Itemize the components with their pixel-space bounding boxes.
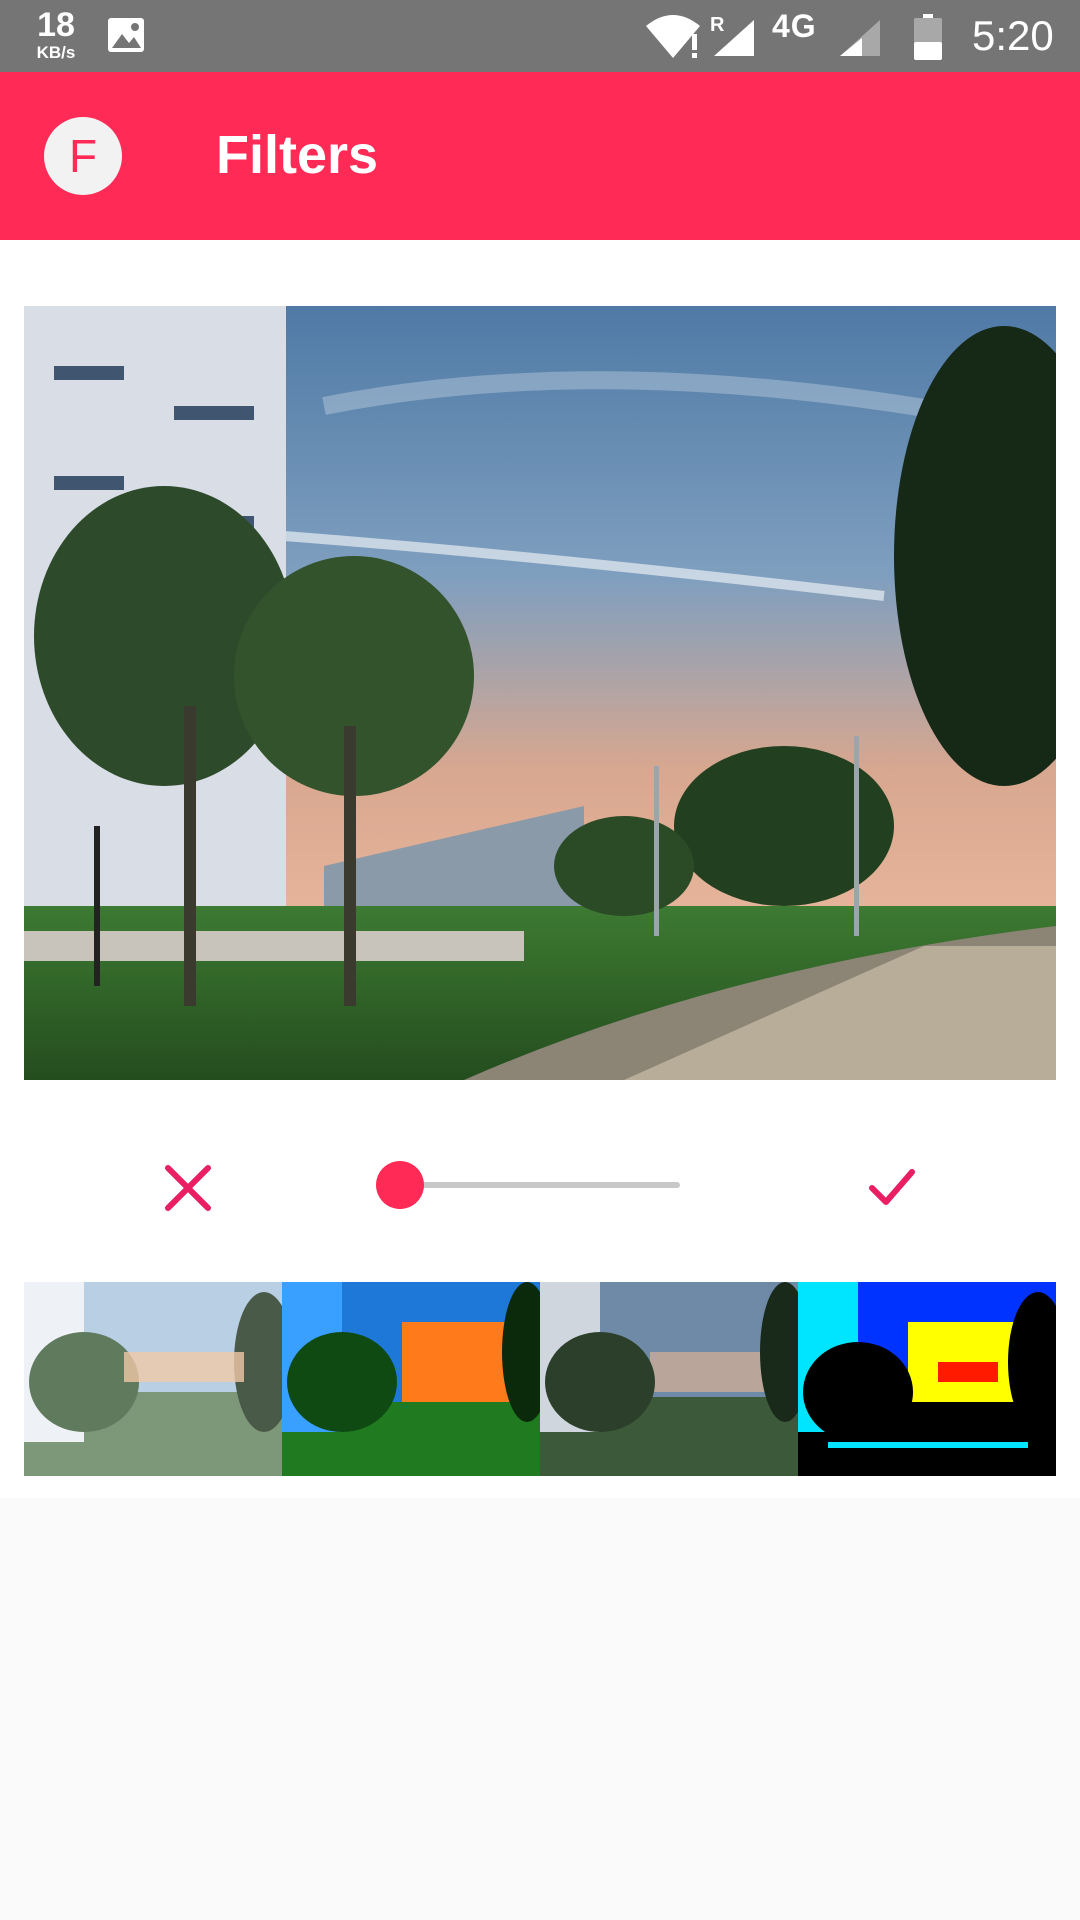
filter-thumbnail-posterize[interactable] [798,1282,1056,1476]
cancel-icon[interactable] [160,1160,216,1216]
network-speed-value: 18 [37,6,75,44]
network-type: 4G [772,8,817,44]
filter-thumbnail-posterize-image [798,1282,1056,1476]
clock: 5:20 [972,12,1054,59]
slider-thumb[interactable] [376,1161,424,1209]
status-bar: 18 KB/s R 4G 5:20 [0,0,1080,72]
page-title: Filters [216,125,379,185]
avatar-letter: F [68,130,98,182]
editor-content [0,240,1080,1498]
signal-strength-weak-icon [840,20,880,56]
filter-thumbnail-faded-image [24,1282,282,1476]
filter-thumbnail-faded[interactable] [24,1282,282,1476]
photo-preview [24,306,1056,1080]
filter-thumbnail-cool[interactable] [540,1282,798,1476]
filter-thumbnails [24,1282,1056,1476]
confirm-check-icon[interactable] [866,1160,918,1212]
wifi-alert-icon [646,15,700,58]
gallery-notification-icon [108,18,144,52]
filter-thumbnail-vivid-image [282,1282,540,1476]
intensity-slider[interactable] [376,1148,680,1222]
photo-preview-image [24,306,1056,1080]
app-avatar[interactable]: F [44,117,122,195]
signal-strength-icon [714,20,754,56]
network-speed-unit: KB/s [36,43,76,62]
network-speed: 18 KB/s [28,8,84,61]
filter-thumbnail-cool-image [540,1282,798,1476]
slider-track [400,1182,680,1188]
filter-thumbnail-vivid[interactable] [282,1282,540,1476]
app-bar: F Filters [0,72,1080,240]
battery-icon [914,14,942,60]
